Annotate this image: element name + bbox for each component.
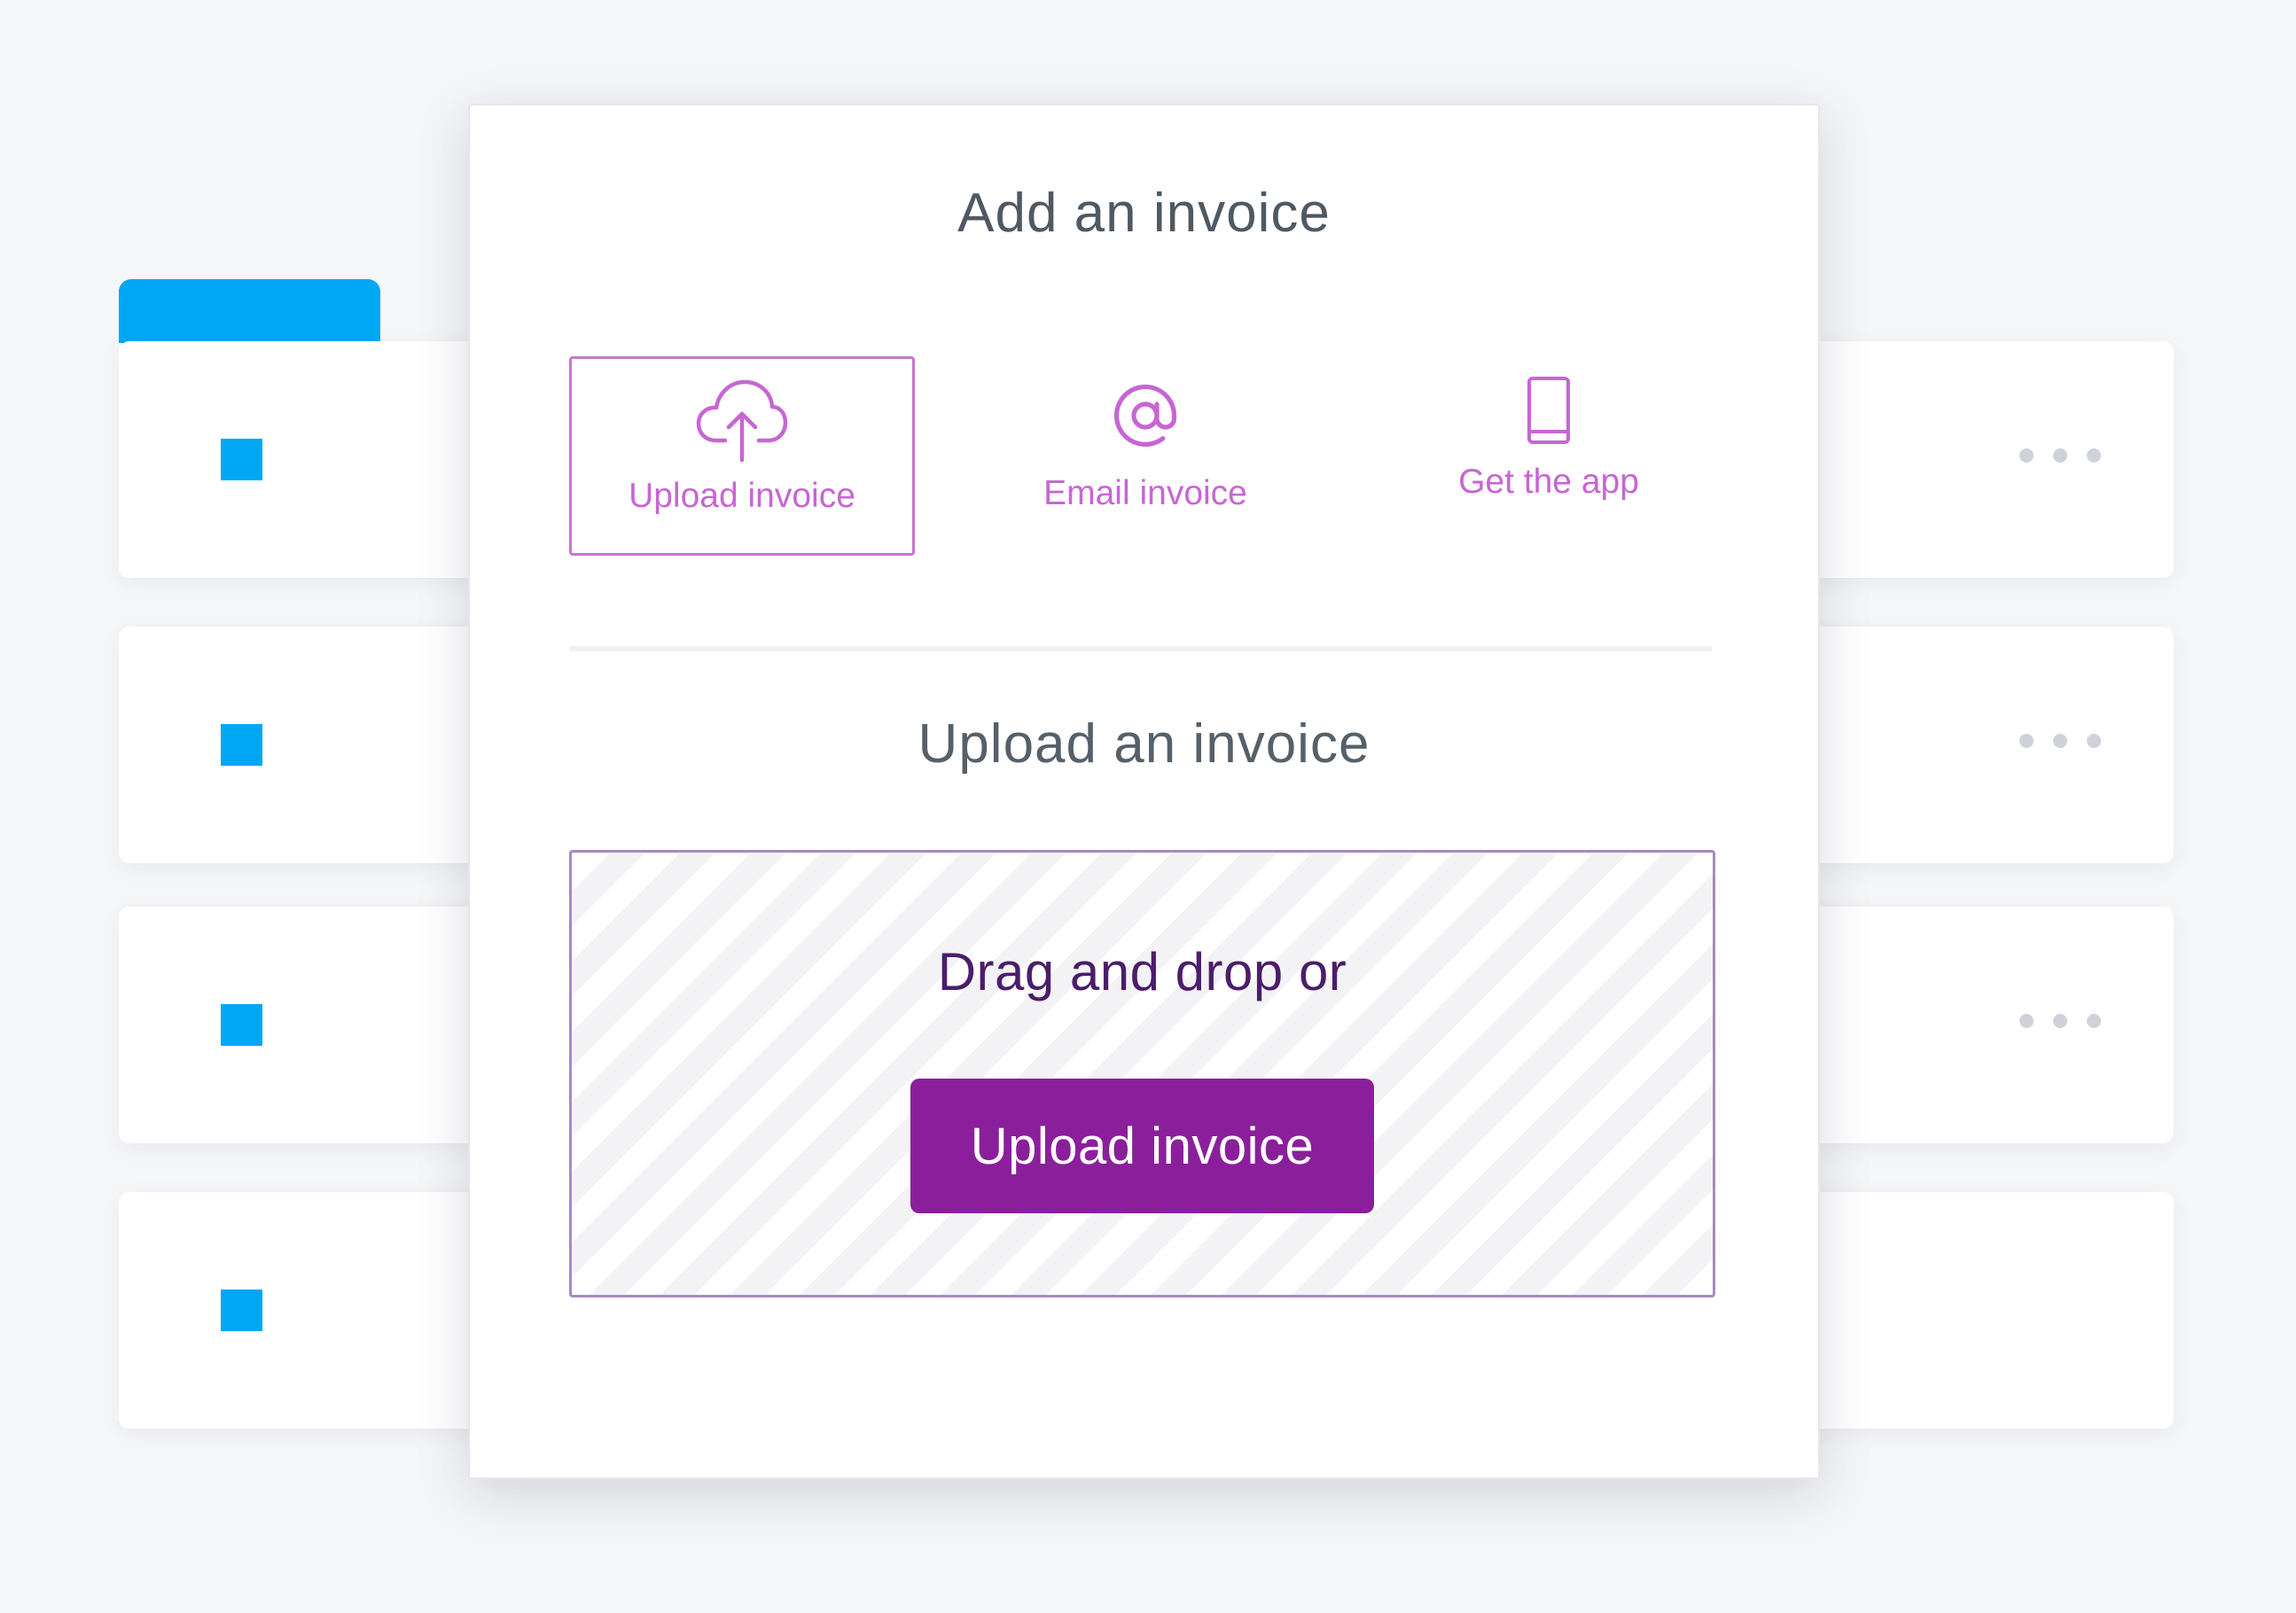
dropzone-text: Drag and drop or [937, 942, 1347, 1001]
row-marker [221, 1004, 262, 1046]
row-marker [221, 439, 262, 480]
add-invoice-modal: Add an invoice Upload invoice Email invo… [468, 104, 1820, 1479]
row-marker [221, 1290, 262, 1331]
file-dropzone[interactable]: Drag and drop or Upload invoice [569, 850, 1715, 1297]
smartphone-icon [1376, 376, 1722, 445]
option-upload-invoice[interactable]: Upload invoice [569, 356, 915, 556]
modal-title: Add an invoice [957, 183, 1331, 244]
cloud-upload-icon [572, 377, 912, 465]
option-get-the-app-label: Get the app [1458, 463, 1639, 501]
more-horizontal-icon[interactable] [2019, 734, 2101, 748]
invoice-method-options: Upload invoice Email invoice Get the app [569, 356, 1722, 556]
section-title: Upload an invoice [918, 713, 1371, 775]
option-email-invoice[interactable]: Email invoice [972, 356, 1318, 556]
more-horizontal-icon[interactable] [2019, 1014, 2101, 1028]
option-email-invoice-label: Email invoice [1043, 474, 1247, 512]
option-get-the-app[interactable]: Get the app [1376, 356, 1722, 556]
row-marker [221, 724, 262, 766]
option-upload-invoice-label: Upload invoice [629, 477, 855, 515]
at-sign-icon [972, 381, 1318, 450]
divider [569, 646, 1713, 651]
background-tab[interactable] [119, 279, 380, 343]
upload-invoice-button[interactable]: Upload invoice [910, 1079, 1374, 1213]
more-horizontal-icon[interactable] [2019, 448, 2101, 463]
